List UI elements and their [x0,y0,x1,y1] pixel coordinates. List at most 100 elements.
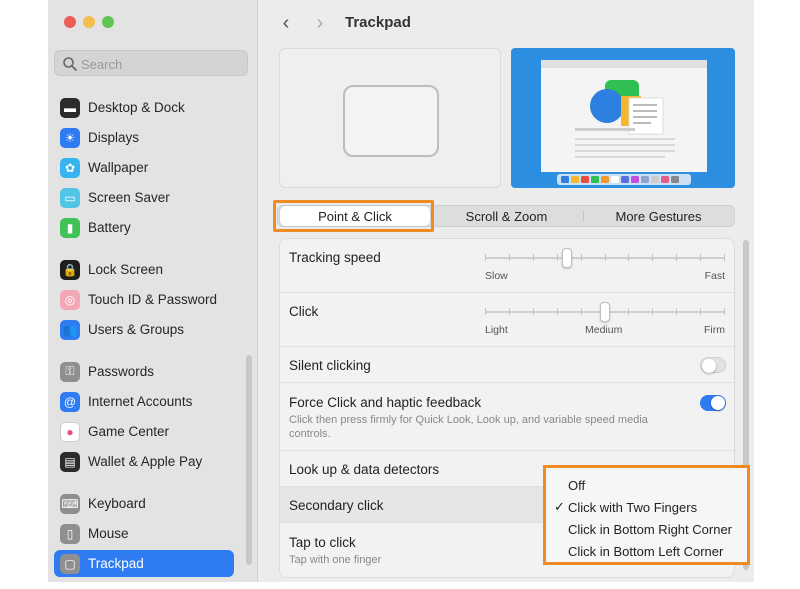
sidebar-item-displays[interactable]: ☀ Displays [54,124,234,151]
click-row: Click Light Medium Firm [280,293,734,347]
menu-item-label: Click in Bottom Right Corner [568,521,732,537]
slider-tick [628,254,629,261]
tab-more-gestures[interactable]: More Gestures [583,206,734,226]
secondary-click-label: Secondary click [289,498,384,513]
slider-tick [581,308,582,315]
close-window-button[interactable] [64,16,76,28]
secondary-click-menu: Off ✓ Click with Two Fingers Click in Botto… [543,465,750,565]
key-icon: ⚿ [60,361,80,382]
slider-tick [724,308,725,315]
trackpad-illustration [343,85,439,157]
slider-tick [533,308,534,315]
sidebar-item-touch-id-password[interactable]: ◎ Touch ID & Password [54,286,234,313]
fingerprint-icon: ◎ [60,289,80,310]
silent-clicking-label: Silent clicking [289,358,371,373]
zoom-window-button[interactable] [102,16,114,28]
slider-tick [652,308,653,315]
search-field[interactable] [54,50,248,76]
flower-icon: ✿ [60,157,80,178]
sidebar-item-wallpaper[interactable]: ✿ Wallpaper [54,154,234,181]
slider-medium-label: Medium [585,324,623,336]
mouse-icon: ▯ [60,523,80,544]
sidebar-item-label: Touch ID & Password [88,292,218,307]
sidebar-item-label: Battery [88,220,131,235]
slider-tick [605,254,606,261]
slider-tick [557,254,558,261]
sidebar-item-desktop-dock[interactable]: ▬ Desktop & Dock [54,94,234,121]
menu-item-off[interactable]: Off [546,474,747,496]
sidebar-item-label: Trackpad [88,556,144,571]
sidebar-scrollbar[interactable] [246,355,252,565]
sidebar-item-keyboard[interactable]: ⌨ Keyboard [54,490,234,517]
toggle-knob [711,396,725,410]
slider-knob[interactable] [600,302,610,322]
chevron-left-icon: ‹ [282,11,290,34]
chevron-right-icon: › [316,11,324,34]
force-click-row: Force Click and haptic feedback Click th… [280,383,734,451]
desktop-preview-illustration [541,60,707,185]
slider-tick [557,308,558,315]
silent-clicking-row: Silent clicking [280,347,734,383]
forward-button[interactable]: › [311,12,329,34]
sun-icon: ☀ [60,127,80,148]
tracking-speed-label: Tracking speed [289,250,381,265]
trackpad-icon: ▢ [60,553,80,574]
sidebar-item-label: Keyboard [88,496,146,511]
menu-item-label: Click with Two Fingers [568,499,698,515]
sidebar-item-lock-screen[interactable]: 🔒 Lock Screen [54,256,234,283]
sidebar-item-users-groups[interactable]: 👥 Users & Groups [54,316,234,343]
dock-icon: ▬ [60,97,80,118]
slider-tick [652,254,653,261]
sidebar-item-battery[interactable]: ▮ Battery [54,214,234,241]
page-title: Trackpad [345,14,411,31]
sidebar-item-game-center[interactable]: ● Game Center [54,418,234,445]
sidebar-item-label: Desktop & Dock [88,100,185,115]
menu-item-label: Off [568,477,586,493]
silent-clicking-toggle[interactable] [700,357,726,373]
back-button[interactable]: ‹ [277,12,295,34]
keyboard-icon: ⌨ [60,493,80,514]
slider-tick [724,254,725,261]
wallet-icon: ▤ [60,451,80,472]
search-input[interactable] [81,54,241,74]
tracking-speed-slider[interactable]: Slow Fast [485,247,725,287]
at-icon: @ [60,391,80,412]
sidebar-item-internet-accounts[interactable]: @ Internet Accounts [54,388,234,415]
force-click-toggle[interactable] [700,395,726,411]
force-click-label: Force Click and haptic feedback [289,395,482,410]
menu-item-label: Click in Bottom Left Corner [568,543,724,559]
tap-to-click-label: Tap to click [289,535,356,550]
tab-scroll-and-zoom[interactable]: Scroll & Zoom [430,206,583,226]
slider-tick [509,308,510,315]
lock-icon: 🔒 [60,259,80,280]
sidebar-item-wallet-apple-pay[interactable]: ▤ Wallet & Apple Pay [54,448,234,475]
sidebar-item-label: Displays [88,130,140,145]
slider-tick [676,308,677,315]
sidebar-item-trackpad[interactable]: ▢ Trackpad [54,550,234,577]
click-pressure-slider[interactable]: Light Medium Firm [485,301,725,341]
trackpad-preview [279,48,501,188]
slider-firm-label: Firm [704,324,725,336]
sidebar-item-screen-saver[interactable]: ▭ Screen Saver [54,184,234,211]
sidebar-item-label: Users & Groups [88,322,185,337]
menu-item-click-in-bottom-right-corner[interactable]: Click in Bottom Right Corner [546,518,747,540]
tap-to-click-description: Tap with one finger [289,554,382,566]
sidebar-item-passwords[interactable]: ⚿ Passwords [54,358,234,385]
slider-tick [581,254,582,261]
menu-item-click-in-bottom-left-corner[interactable]: Click in Bottom Left Corner [546,540,747,562]
sidebar-item-label: Lock Screen [88,262,164,277]
slider-tick [700,254,701,261]
screen-saver-icon: ▭ [60,187,80,208]
force-click-description: Click then press firmly for Quick Look, … [289,414,648,440]
slider-tick [676,254,677,261]
search-icon [63,57,77,71]
checkmark-icon: ✓ [554,499,565,514]
sidebar-item-mouse[interactable]: ▯ Mouse [54,520,234,547]
minimize-window-button[interactable] [83,16,95,28]
slider-knob[interactable] [562,248,572,268]
slider-tick [533,254,534,261]
slider-light-label: Light [485,324,508,336]
sidebar-item-label: Screen Saver [88,190,170,205]
sidebar-item-label: Internet Accounts [88,394,193,409]
menu-item-click-with-two-fingers[interactable]: ✓ Click with Two Fingers [546,496,747,518]
